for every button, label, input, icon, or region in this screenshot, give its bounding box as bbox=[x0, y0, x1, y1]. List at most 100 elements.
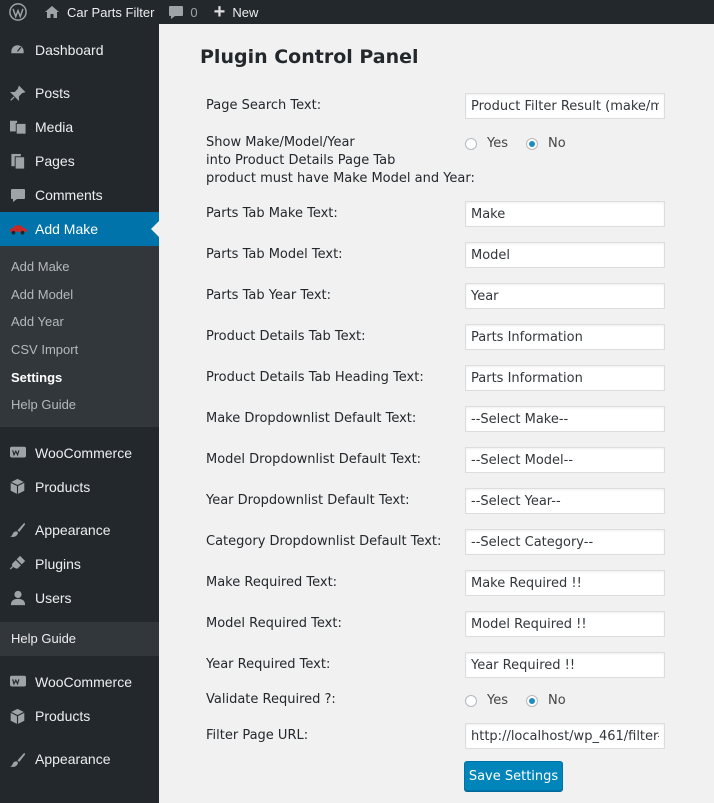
brush-icon bbox=[0, 521, 35, 538]
user-icon bbox=[0, 590, 35, 606]
menu-media[interactable]: Media bbox=[0, 110, 159, 144]
submenu-help-guide[interactable]: Help Guide bbox=[0, 391, 159, 419]
menu-dashboard[interactable]: Dashboard bbox=[0, 33, 159, 67]
add-make-submenu: Add Make Add Model Add Year CSV Import S… bbox=[0, 246, 159, 427]
show-mmy-yes-radio[interactable] bbox=[465, 137, 477, 150]
new-content-link[interactable]: + New bbox=[206, 0, 267, 24]
menu-products[interactable]: Products bbox=[0, 470, 159, 504]
page-search-label: Page Search Text: bbox=[206, 98, 322, 113]
menu-label: WooCommerce bbox=[35, 674, 132, 691]
site-name: Car Parts Filter bbox=[67, 4, 155, 20]
make-required-input[interactable] bbox=[465, 570, 665, 596]
menu-add-make[interactable]: Add Make bbox=[0, 212, 159, 246]
make-default-input[interactable] bbox=[465, 406, 665, 432]
field-label: Parts Tab Model Text: bbox=[206, 247, 343, 262]
model-required-input[interactable] bbox=[465, 611, 665, 637]
admin-sidebar: Dashboard Posts Media Pages Comments Add… bbox=[0, 24, 159, 803]
menu-label: Appearance bbox=[35, 751, 111, 768]
save-settings-button[interactable]: Save Settings bbox=[464, 761, 563, 791]
category-default-input[interactable] bbox=[465, 529, 665, 555]
field-label: Category Dropdownlist Default Text: bbox=[206, 534, 442, 549]
users-submenu: Help Guide bbox=[0, 621, 159, 657]
menu-users[interactable]: Users bbox=[0, 581, 159, 615]
comments-link[interactable]: 0 bbox=[160, 0, 205, 24]
validate-radio-group: Yes No bbox=[465, 693, 584, 708]
plus-icon: + bbox=[213, 1, 226, 23]
pages-icon bbox=[0, 153, 35, 170]
submenu-add-year[interactable]: Add Year bbox=[0, 308, 159, 336]
field-label: Make Dropdownlist Default Text: bbox=[206, 411, 417, 426]
menu-posts[interactable]: Posts bbox=[0, 76, 159, 110]
submenu-help-guide-2[interactable]: Help Guide bbox=[0, 625, 159, 653]
year-required-input[interactable] bbox=[465, 652, 665, 678]
comment-icon bbox=[169, 5, 184, 19]
show-mmy-label-line2: into Product Details Page Tab bbox=[206, 153, 396, 168]
menu-woocommerce-2[interactable]: WooCommerce bbox=[0, 665, 159, 699]
menu-appearance-2[interactable]: Appearance bbox=[0, 742, 159, 776]
details-heading-input[interactable] bbox=[465, 365, 665, 391]
main-content: Plugin Control Panel Page Search Text: S… bbox=[159, 24, 714, 803]
submenu-add-make[interactable]: Add Make bbox=[0, 253, 159, 281]
field-label: Year Dropdownlist Default Text: bbox=[206, 493, 410, 508]
wordpress-logo-icon[interactable] bbox=[0, 0, 36, 24]
validate-label: Validate Required ?: bbox=[206, 692, 336, 707]
pin-icon bbox=[0, 85, 35, 102]
field-label: Year Required Text: bbox=[206, 657, 331, 672]
menu-label: Users bbox=[35, 589, 72, 606]
show-mmy-label-line3: product must have Make Model and Year: bbox=[206, 171, 475, 186]
page-search-input[interactable] bbox=[465, 93, 665, 119]
year-text-input[interactable] bbox=[465, 283, 665, 309]
woocommerce-icon bbox=[0, 445, 35, 461]
filter-url-input[interactable] bbox=[465, 723, 665, 749]
site-name-link[interactable]: Car Parts Filter bbox=[36, 0, 160, 24]
menu-label: Posts bbox=[35, 85, 71, 101]
submenu-csv-import[interactable]: CSV Import bbox=[0, 336, 159, 364]
show-mmy-label-line1: Show Make/Model/Year bbox=[206, 135, 355, 150]
menu-comments[interactable]: Comments bbox=[0, 178, 159, 212]
menu-products-2[interactable]: Products bbox=[0, 699, 159, 733]
products-icon bbox=[0, 478, 35, 495]
plugin-icon bbox=[0, 555, 35, 572]
products-icon bbox=[0, 708, 35, 725]
field-label: Model Dropdownlist Default Text: bbox=[206, 452, 422, 467]
menu-plugins[interactable]: Plugins bbox=[0, 547, 159, 581]
submenu-add-model[interactable]: Add Model bbox=[0, 281, 159, 309]
field-label: Make Required Text: bbox=[206, 575, 338, 590]
menu-label: Appearance bbox=[35, 521, 111, 538]
no-label: No bbox=[548, 136, 566, 151]
menu-pages[interactable]: Pages bbox=[0, 144, 159, 178]
validate-no-radio[interactable] bbox=[526, 694, 538, 707]
menu-label: Dashboard bbox=[35, 42, 104, 58]
admin-bar: Car Parts Filter 0 + New bbox=[0, 0, 714, 24]
validate-yes-radio[interactable] bbox=[465, 694, 477, 707]
details-tab-input[interactable] bbox=[465, 324, 665, 350]
yes-label: Yes bbox=[487, 693, 508, 708]
comments-count: 0 bbox=[190, 4, 198, 20]
home-icon bbox=[45, 6, 59, 18]
woocommerce-icon bbox=[0, 674, 35, 690]
media-icon bbox=[0, 119, 35, 135]
menu-label: Products bbox=[35, 708, 91, 725]
filter-url-label: Filter Page URL: bbox=[206, 728, 309, 743]
new-label: New bbox=[232, 4, 259, 20]
show-mmy-label: Show Make/Model/Year into Product Detail… bbox=[206, 134, 475, 188]
field-label: Product Details Tab Heading Text: bbox=[206, 370, 424, 385]
menu-label: Products bbox=[35, 478, 91, 495]
yes-label: Yes bbox=[487, 136, 508, 151]
model-text-input[interactable] bbox=[465, 242, 665, 268]
menu-label: Media bbox=[35, 119, 74, 135]
submenu-settings[interactable]: Settings bbox=[0, 363, 159, 391]
car-icon bbox=[0, 223, 35, 235]
show-mmy-radio-group: Yes No bbox=[465, 136, 584, 151]
menu-label: Add Make bbox=[35, 221, 99, 237]
menu-woocommerce[interactable]: WooCommerce bbox=[0, 436, 159, 470]
field-label: Model Required Text: bbox=[206, 616, 342, 631]
page-title: Plugin Control Panel bbox=[200, 46, 419, 68]
make-text-input[interactable] bbox=[465, 201, 665, 227]
menu-label: Plugins bbox=[35, 555, 81, 572]
year-default-input[interactable] bbox=[465, 488, 665, 514]
model-default-input[interactable] bbox=[465, 447, 665, 473]
menu-appearance[interactable]: Appearance bbox=[0, 513, 159, 547]
show-mmy-no-radio[interactable] bbox=[526, 137, 538, 150]
field-label: Product Details Tab Text: bbox=[206, 329, 366, 344]
